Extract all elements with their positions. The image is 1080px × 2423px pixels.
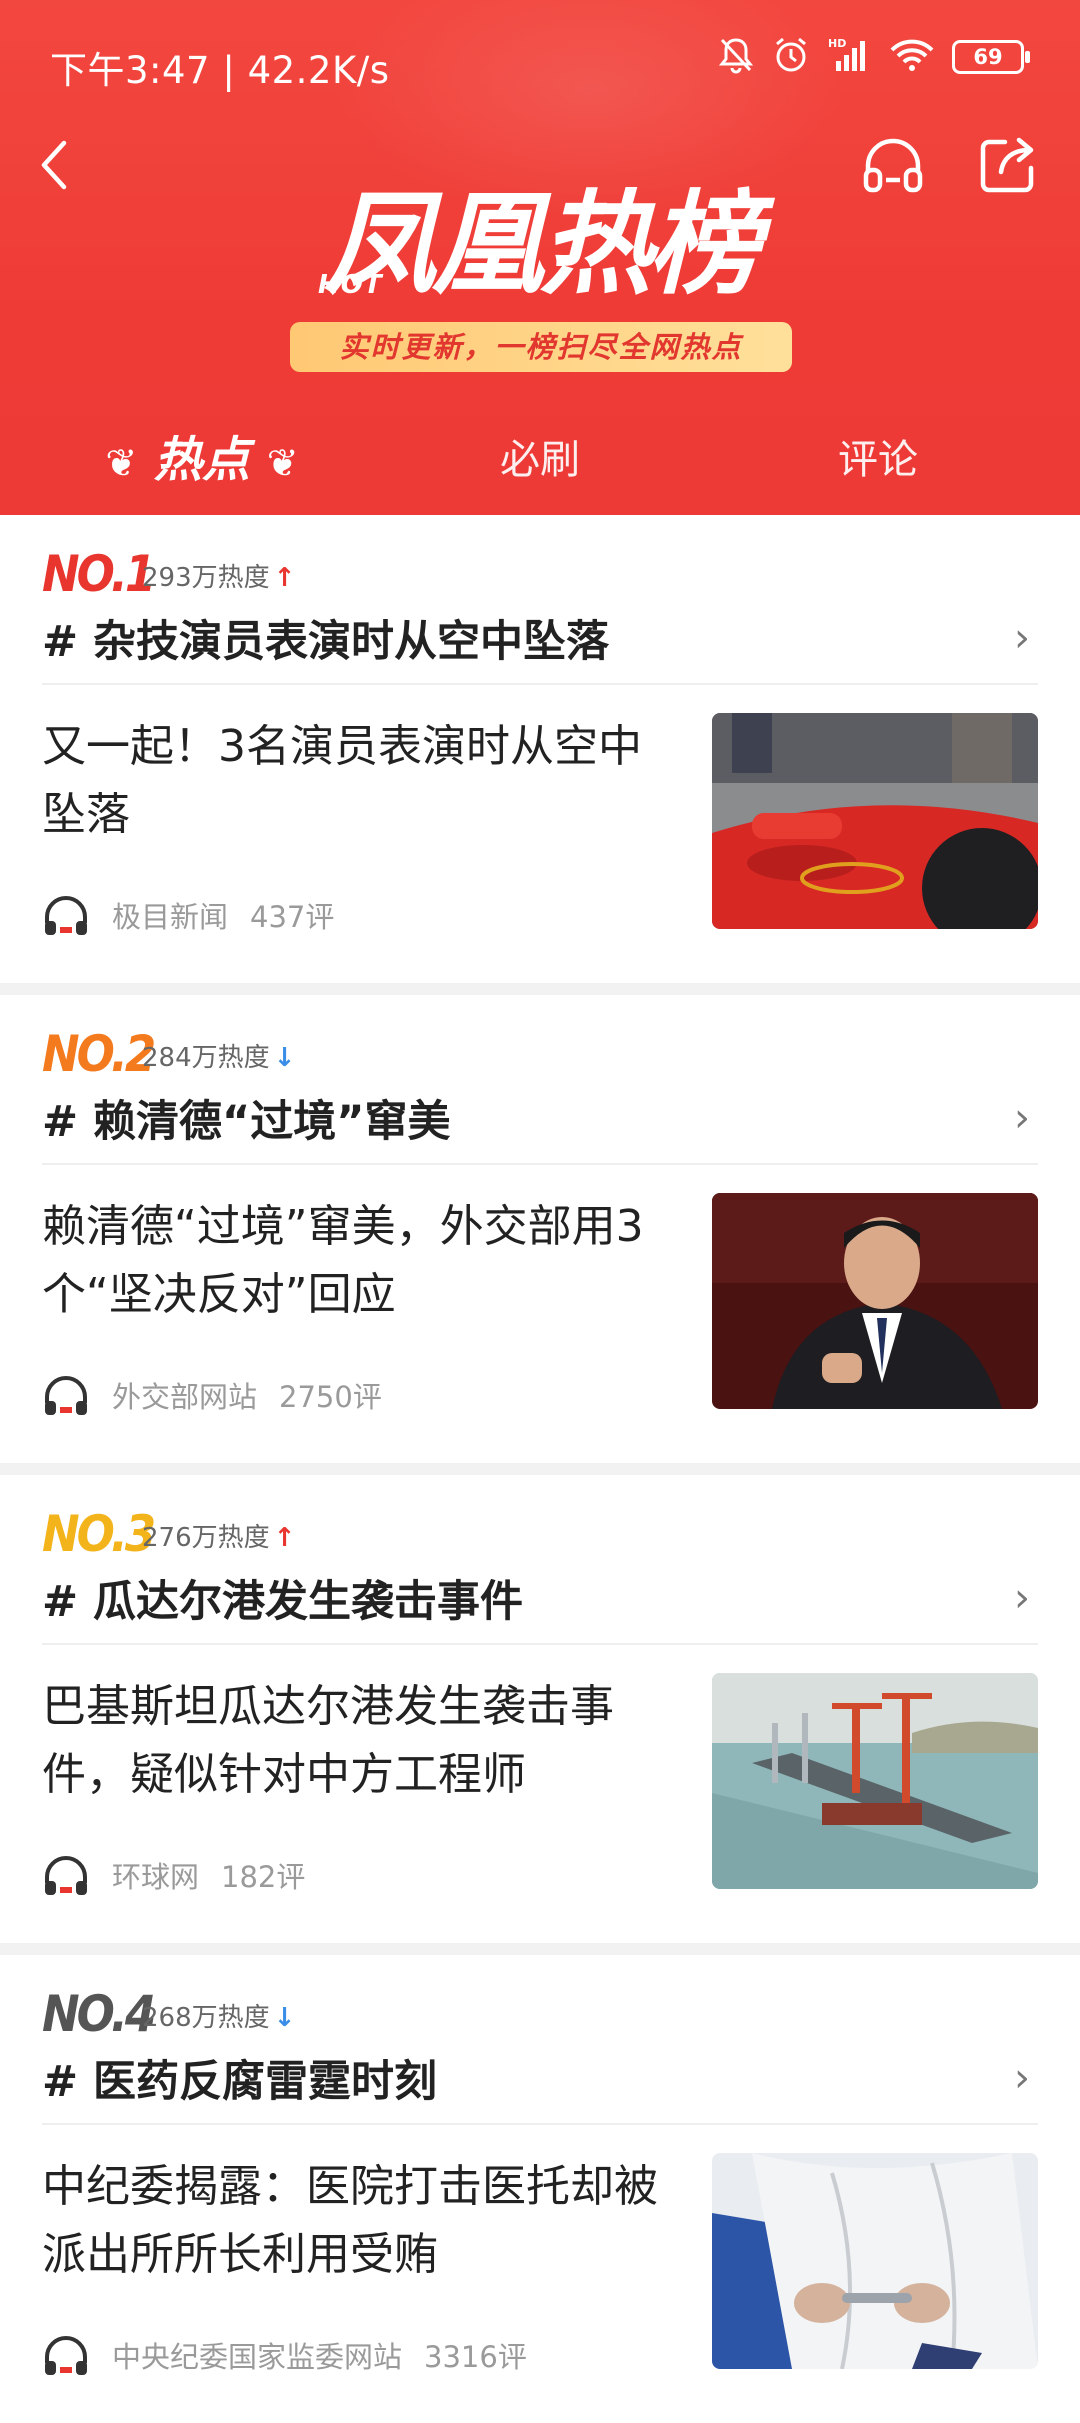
divider bbox=[0, 1943, 1080, 1955]
alarm-icon bbox=[772, 36, 810, 78]
laurel-right-icon: ❦ bbox=[266, 441, 299, 485]
heat-value: 293万热度 ↑ bbox=[142, 563, 296, 593]
topic-title[interactable]: # 赖清德“过境”窜美 bbox=[42, 1087, 451, 1149]
topic-title[interactable]: # 医药反腐雷霆时刻 bbox=[42, 2047, 437, 2109]
headphones-icon bbox=[45, 2336, 87, 2375]
topic-title[interactable]: # 瓜达尔港发生袭击事件 bbox=[42, 1567, 523, 1629]
heat-value: 276万热度 ↑ bbox=[142, 1523, 296, 1553]
source-row: 环球网 182评 bbox=[42, 1853, 305, 1897]
article-title[interactable]: 又一起！3名演员表演时从空中坠落 bbox=[42, 713, 682, 849]
headphones-icon bbox=[863, 138, 923, 193]
article-thumbnail[interactable] bbox=[712, 1673, 1038, 1889]
listen-button[interactable] bbox=[860, 132, 926, 198]
heat-value: 284万热度 ↓ bbox=[142, 1043, 296, 1073]
source-row: 极目新闻 437评 bbox=[42, 893, 334, 937]
article-title[interactable]: 赖清德“过境”窜美，外交部用3个“坚决反对”回应 bbox=[42, 1193, 682, 1329]
wifi-icon bbox=[890, 38, 934, 76]
list-item[interactable]: NO.1 293万热度 ↑ # 杂技演员表演时从空中坠落 › 又一起！3名演员表演… bbox=[0, 515, 1080, 983]
article-title[interactable]: 巴基斯坦瓜达尔港发生袭击事件，疑似针对中方工程师 bbox=[42, 1673, 682, 1809]
status-icons: HD 69 bbox=[718, 36, 1030, 78]
svg-text:HD: HD bbox=[828, 37, 846, 50]
trend-down-icon: ↓ bbox=[273, 2003, 296, 2033]
comment-count: 3316评 bbox=[424, 2340, 527, 2374]
laurel-left-icon: ❦ bbox=[105, 441, 138, 485]
tab-bar: ❦ 热点 ❦ 必刷 评论 bbox=[0, 420, 1080, 500]
list-item[interactable]: NO.3 276万热度 ↑ # 瓜达尔港发生袭击事件 › 巴基斯坦瓜达尔港发生袭击… bbox=[0, 1475, 1080, 1943]
headphones-icon bbox=[45, 1856, 87, 1895]
battery-icon: 69 bbox=[952, 40, 1030, 74]
source-row: 外交部网站 2750评 bbox=[42, 1373, 382, 1417]
topic-title[interactable]: # 杂技演员表演时从空中坠落 bbox=[42, 607, 609, 669]
status-bar: 下午3:47 | 42.2K/s HD 69 bbox=[0, 0, 1080, 120]
article-thumbnail[interactable] bbox=[712, 713, 1038, 929]
comment-count: 437评 bbox=[250, 900, 335, 934]
list-item[interactable]: NO.2 284万热度 ↓ # 赖清德“过境”窜美 › 赖清德“过境”窜美，外交部… bbox=[0, 995, 1080, 1463]
slogan-banner: 实时更新，一榜扫尽全网热点 bbox=[290, 322, 792, 372]
divider bbox=[42, 683, 1038, 685]
header-banner: 下午3:47 | 42.2K/s HD 69 凤凰热榜 HOT 实时更新，一榜扫… bbox=[0, 0, 1080, 560]
chevron-right-icon[interactable]: › bbox=[1014, 615, 1030, 661]
headphones-icon bbox=[45, 1376, 87, 1415]
trend-down-icon: ↓ bbox=[273, 1043, 296, 1073]
tab-hot[interactable]: ❦ 热点 ❦ bbox=[92, 420, 312, 500]
net-speed: 42.2K/s bbox=[247, 49, 390, 92]
rank-label: NO.3 bbox=[42, 1505, 156, 1563]
divider bbox=[0, 983, 1080, 995]
status-time: 下午3:47 | 42.2K/s bbox=[50, 49, 390, 92]
comment-count: 2750评 bbox=[279, 1380, 382, 1414]
chevron-left-icon bbox=[41, 140, 67, 190]
chevron-right-icon[interactable]: › bbox=[1014, 1575, 1030, 1621]
tab-must-read[interactable]: 必刷 bbox=[430, 420, 650, 500]
source-row: 中央纪委国家监委网站 3316评 bbox=[42, 2333, 527, 2377]
source-name: 中央纪委国家监委网站 bbox=[112, 2340, 403, 2374]
clock-text: 下午3:47 bbox=[50, 49, 211, 92]
trend-up-icon: ↑ bbox=[273, 1523, 296, 1553]
source-name: 极目新闻 bbox=[112, 900, 229, 934]
cellular-signal-icon: HD bbox=[828, 37, 872, 77]
source-name: 外交部网站 bbox=[112, 1380, 258, 1414]
article-title[interactable]: 中纪委揭露：医院打击医托却被派出所所长利用受贿 bbox=[42, 2153, 682, 2289]
divider bbox=[42, 1643, 1038, 1645]
rank-label: NO.4 bbox=[42, 1985, 156, 2043]
mute-bell-icon bbox=[718, 36, 754, 78]
tab-comments[interactable]: 评论 bbox=[768, 420, 988, 500]
hot-list: NO.1 293万热度 ↑ # 杂技演员表演时从空中坠落 › 又一起！3名演员表演… bbox=[0, 515, 1080, 2423]
divider bbox=[42, 2123, 1038, 2125]
chevron-right-icon[interactable]: › bbox=[1014, 2055, 1030, 2101]
headphones-icon bbox=[45, 896, 87, 935]
share-icon bbox=[980, 137, 1034, 193]
divider bbox=[42, 1163, 1038, 1165]
comment-count: 182评 bbox=[221, 1860, 306, 1894]
article-thumbnail[interactable] bbox=[712, 1193, 1038, 1409]
tab-hot-label: 热点 bbox=[153, 432, 250, 488]
rank-label: NO.1 bbox=[42, 545, 156, 603]
trend-up-icon: ↑ bbox=[273, 563, 296, 593]
article-thumbnail[interactable] bbox=[712, 2153, 1038, 2369]
source-name: 环球网 bbox=[112, 1860, 200, 1894]
rank-label: NO.2 bbox=[42, 1025, 156, 1083]
share-button[interactable] bbox=[975, 132, 1041, 198]
heat-value: 268万热度 ↓ bbox=[142, 2003, 296, 2033]
back-button[interactable] bbox=[30, 135, 80, 195]
divider bbox=[0, 1463, 1080, 1475]
list-item[interactable]: NO.4 268万热度 ↓ # 医药反腐雷霆时刻 › 中纪委揭露：医院打击医托却被… bbox=[0, 1955, 1080, 2423]
chevron-right-icon[interactable]: › bbox=[1014, 1095, 1030, 1141]
logo-hot-label: HOT bbox=[318, 270, 383, 300]
